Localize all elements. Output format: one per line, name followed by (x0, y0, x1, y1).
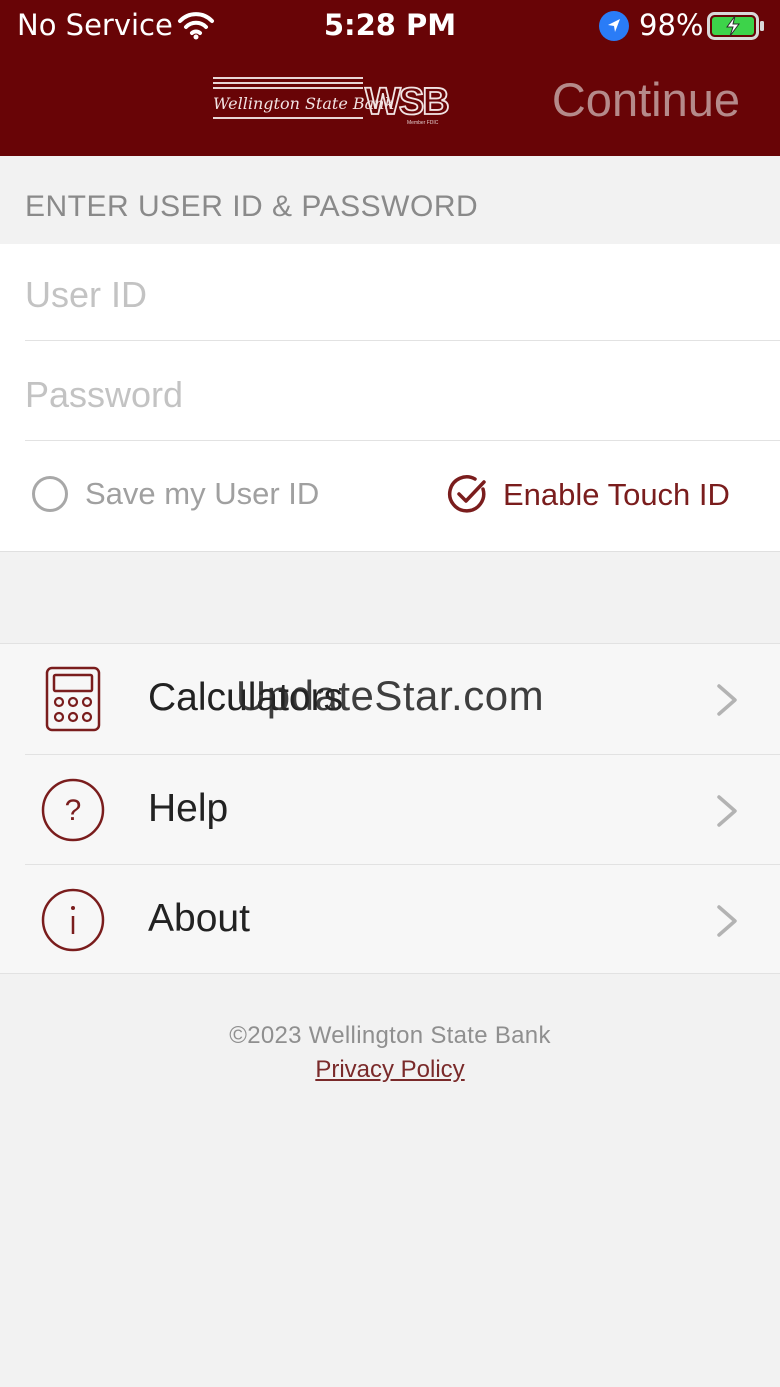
menu-item-label: Help (148, 787, 229, 830)
login-section-title: ENTER USER ID & PASSWORD (25, 190, 479, 223)
enable-touch-id-option[interactable]: Enable Touch ID (447, 474, 730, 516)
save-user-id-radio[interactable] (32, 476, 68, 512)
menu-item-calculators[interactable]: Calculators (0, 644, 780, 754)
menu-item-label: Calculators (148, 676, 344, 719)
location-icon (599, 11, 629, 41)
copyright-text: ©2023 Wellington State Bank (229, 1022, 551, 1049)
menu-item-about[interactable]: About (0, 865, 780, 975)
menu-item-label: About (148, 897, 250, 940)
login-section-header: ENTER USER ID & PASSWORD (0, 156, 780, 244)
svg-text:?: ? (65, 794, 82, 827)
save-user-id-option[interactable]: Save my User ID (32, 476, 319, 512)
question-circle-icon: ? (41, 778, 105, 842)
password-input[interactable] (25, 346, 780, 444)
status-bar: No Service 5:28 PM 98% (0, 0, 780, 52)
battery-percent: 98% (639, 8, 704, 42)
info-circle-icon (41, 888, 105, 952)
svg-text:WSB: WSB (365, 81, 448, 123)
login-form: Save my User ID Enable Touch ID (0, 244, 780, 552)
chevron-right-icon (717, 795, 737, 827)
chevron-right-icon (717, 684, 737, 716)
checkmark-circle-icon[interactable] (447, 474, 489, 516)
footer: ©2023 Wellington State Bank Privacy Poli… (0, 1022, 780, 1084)
save-user-id-label: Save my User ID (85, 476, 320, 511)
divider (25, 440, 780, 441)
battery-charging-icon (707, 12, 764, 40)
menu-item-help[interactable]: ? Help (0, 755, 780, 865)
chevron-right-icon (717, 905, 737, 937)
privacy-policy-link[interactable]: Privacy Policy (315, 1056, 464, 1084)
divider (25, 340, 780, 341)
enable-touch-id-label: Enable Touch ID (503, 477, 730, 512)
app-header: No Service 5:28 PM 98% Wellington State … (0, 0, 780, 156)
menu-list: Calculators ? Help About (0, 643, 780, 974)
bank-logo: Wellington State Bank WSB Member FDIC (213, 77, 449, 126)
svg-text:Member FDIC: Member FDIC (407, 120, 439, 126)
calculator-icon (45, 666, 101, 732)
user-id-input[interactable] (25, 246, 780, 344)
continue-button[interactable]: Continue (552, 72, 740, 127)
